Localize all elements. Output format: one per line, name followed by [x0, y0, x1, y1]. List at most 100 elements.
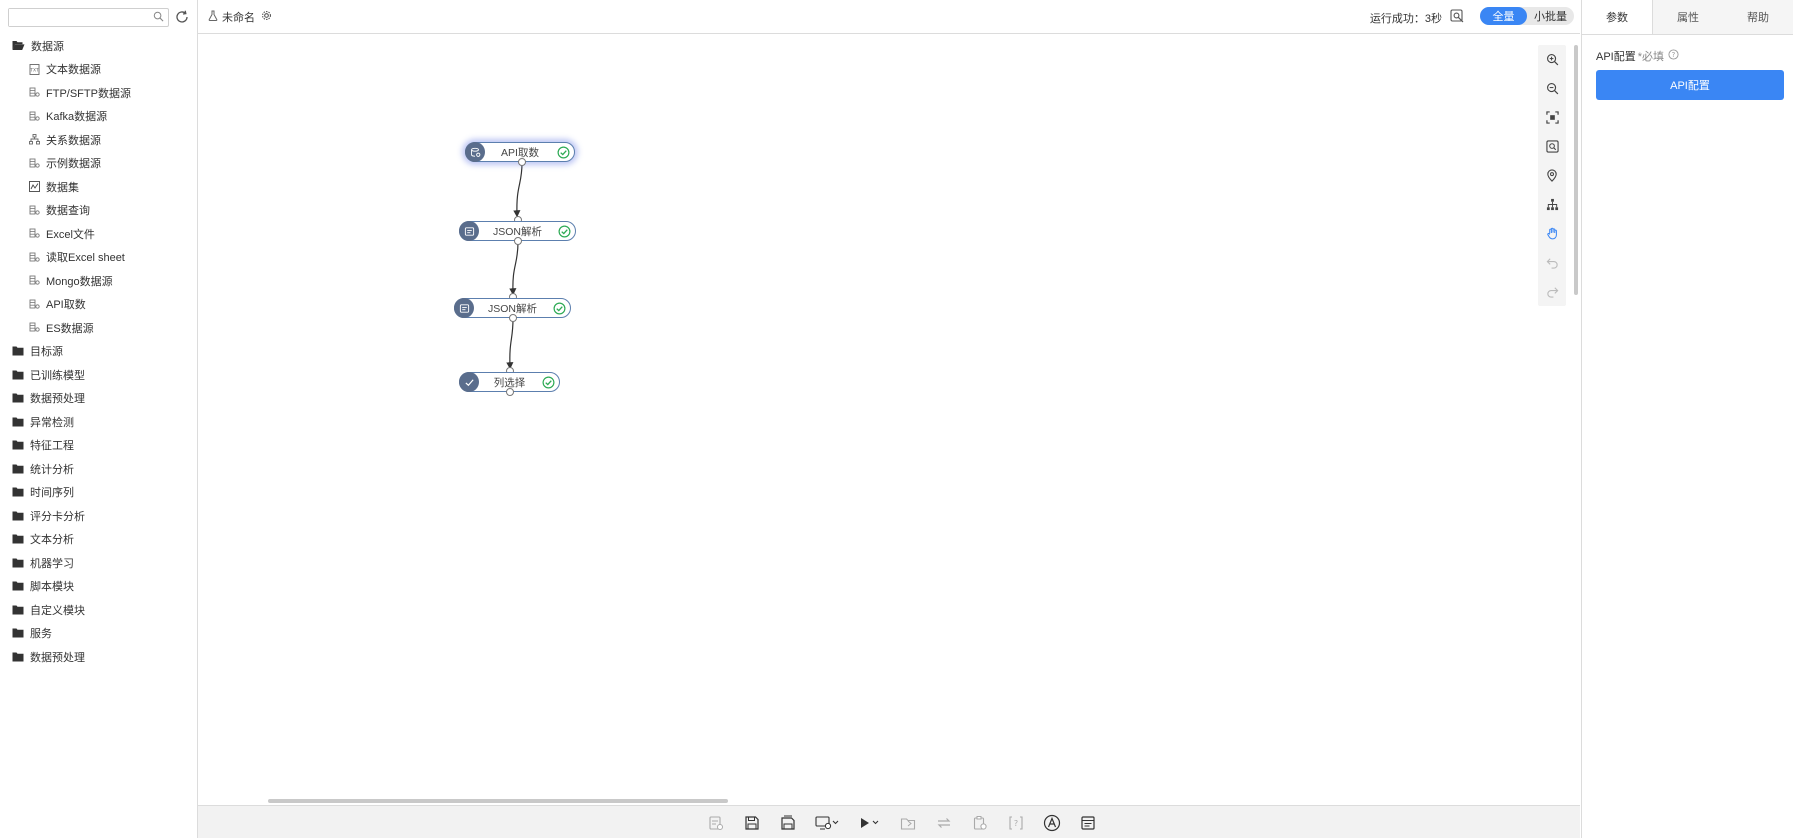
workflow-title[interactable]: 未命名	[208, 9, 276, 25]
actual-size-icon[interactable]	[1538, 132, 1566, 161]
document-node-icon	[459, 221, 479, 241]
tree-folder[interactable]: 时间序列	[0, 481, 197, 505]
database-icon	[29, 275, 46, 286]
tree-item[interactable]: TXT 文本数据源	[0, 58, 197, 82]
output-port[interactable]	[506, 388, 514, 396]
tree-folder[interactable]: 目标源	[0, 340, 197, 364]
tree-item[interactable]: API取数	[0, 293, 197, 317]
tree-item-label: FTP/SFTP数据源	[46, 87, 131, 100]
tree-item[interactable]: FTP/SFTP数据源	[0, 81, 197, 105]
folder-icon	[12, 652, 30, 662]
zoom-out-icon[interactable]	[1538, 74, 1566, 103]
bottom-toolbar: ?	[198, 805, 1580, 838]
folder-icon	[12, 628, 30, 638]
success-check-icon	[542, 376, 555, 392]
locate-icon[interactable]	[1538, 161, 1566, 190]
chart-icon	[29, 181, 46, 193]
tab-params[interactable]: 参数	[1582, 0, 1653, 34]
tree-folder-label: 特征工程	[30, 440, 74, 453]
svg-text:?: ?	[1672, 51, 1676, 59]
component-search-input[interactable]	[9, 9, 145, 26]
zoom-in-icon[interactable]	[1538, 45, 1566, 74]
tree-folder[interactable]: 数据预处理	[0, 387, 197, 411]
tree-item[interactable]: ES数据源	[0, 316, 197, 340]
tree-item[interactable]: 读取Excel sheet	[0, 246, 197, 270]
run-icon[interactable]	[850, 813, 890, 833]
tree-folder[interactable]: 数据预处理	[0, 645, 197, 669]
tree-folder-label: 时间序列	[30, 487, 74, 500]
undo-icon[interactable]	[1538, 248, 1566, 277]
tree-folder[interactable]: 异常检测	[0, 410, 197, 434]
debug-icon[interactable]: ?	[998, 813, 1034, 833]
folder-icon	[12, 487, 30, 497]
run-log-icon[interactable]	[1450, 9, 1464, 26]
tree-item[interactable]: Kafka数据源	[0, 105, 197, 129]
tree-item[interactable]: 关系数据源	[0, 128, 197, 152]
tree-folder[interactable]: 服务	[0, 622, 197, 646]
hand-icon[interactable]	[1538, 219, 1566, 248]
notes-icon[interactable]	[1070, 813, 1106, 833]
tree-folder[interactable]: 特征工程	[0, 434, 197, 458]
tab-properties[interactable]: 属性	[1653, 0, 1723, 34]
vertical-scrollbar[interactable]	[1574, 45, 1578, 295]
tree-item[interactable]: 示例数据源	[0, 152, 197, 176]
database-icon	[29, 252, 46, 263]
tree-folder[interactable]: 机器学习	[0, 551, 197, 575]
monitor-icon[interactable]	[806, 813, 850, 833]
text-file-icon: TXT	[29, 63, 46, 75]
clipboard-icon[interactable]	[962, 813, 998, 833]
database-icon	[29, 205, 46, 216]
layout-icon[interactable]	[1538, 190, 1566, 219]
refresh-icon[interactable]	[174, 9, 190, 25]
save-icon[interactable]	[734, 813, 770, 833]
tree-folder-label: 文本分析	[30, 534, 74, 547]
tree-folder[interactable]: 文本分析	[0, 528, 197, 552]
fit-screen-icon[interactable]	[1538, 103, 1566, 132]
redo-icon[interactable]	[1538, 277, 1566, 306]
tree-item[interactable]: Mongo数据源	[0, 269, 197, 293]
properties-panel: 参数 属性 帮助 API配置 *必填 ? API配置	[1581, 0, 1793, 838]
horizontal-scrollbar[interactable]	[268, 799, 728, 803]
tree-folder[interactable]: 数据源	[0, 34, 197, 58]
tree-folder-label: 已训练模型	[30, 369, 85, 382]
help-icon[interactable]: ?	[1668, 49, 1679, 63]
switch-icon[interactable]	[926, 813, 962, 833]
database-icon	[29, 111, 46, 122]
run-mode-toggle[interactable]: 全量 小批量	[1480, 7, 1574, 25]
font-icon[interactable]	[1034, 813, 1070, 833]
folder-icon	[12, 440, 30, 450]
tree-folder[interactable]: 自定义模块	[0, 598, 197, 622]
tree-item-label: API取数	[46, 299, 86, 312]
tree-folder[interactable]: 统计分析	[0, 457, 197, 481]
export-icon[interactable]	[890, 813, 926, 833]
panel-tabs: 参数 属性 帮助	[1582, 0, 1793, 35]
tree-folder[interactable]: 脚本模块	[0, 575, 197, 599]
tree-item[interactable]: 数据查询	[0, 199, 197, 223]
tree-item-label: 数据查询	[46, 205, 90, 218]
mode-batch-option[interactable]: 小批量	[1527, 7, 1574, 25]
tree-folder-label: 评分卡分析	[30, 510, 85, 523]
tree-folder-label: 机器学习	[30, 557, 74, 570]
folder-icon	[12, 605, 30, 615]
tree-item[interactable]: 数据集	[0, 175, 197, 199]
settings-icon[interactable]	[261, 10, 276, 24]
tree-folder[interactable]: 评分卡分析	[0, 504, 197, 528]
api-config-button[interactable]: API配置	[1596, 70, 1784, 100]
tree-item[interactable]: Excel文件	[0, 222, 197, 246]
report-icon[interactable]	[698, 813, 734, 833]
save-as-icon[interactable]	[770, 813, 806, 833]
tree-folder[interactable]: 已训练模型	[0, 363, 197, 387]
output-port[interactable]	[514, 237, 522, 245]
flask-icon	[208, 10, 222, 24]
component-tree: 数据源 TXT 文本数据源 FTP/SFTP数据源 Kafka数据源 关系数据源 示例数据源…	[0, 34, 197, 669]
mode-full-option[interactable]: 全量	[1480, 7, 1527, 25]
success-check-icon	[557, 146, 570, 162]
output-port[interactable]	[518, 158, 526, 166]
search-icon[interactable]	[153, 11, 164, 25]
component-search[interactable]	[8, 8, 169, 27]
workflow-canvas[interactable]: API取数 JSON解析 JSON解析 列选择	[198, 35, 1580, 805]
run-status-text: 运行成功：3秒	[1369, 13, 1442, 25]
output-port[interactable]	[509, 314, 517, 322]
edge-3	[506, 318, 514, 370]
tab-help[interactable]: 帮助	[1723, 0, 1793, 34]
